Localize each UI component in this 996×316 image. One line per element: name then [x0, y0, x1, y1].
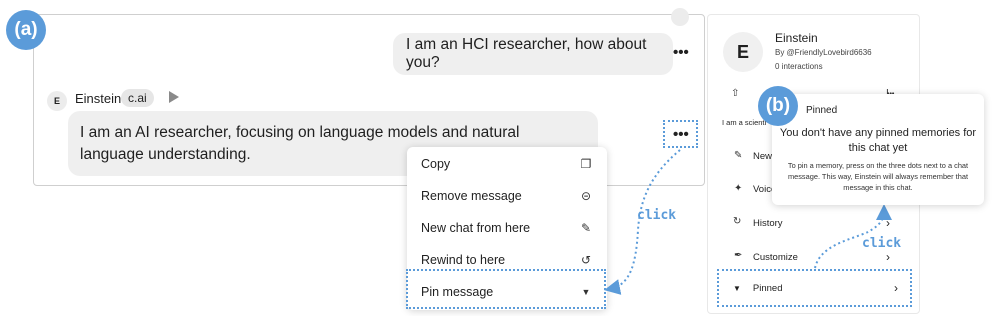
user-message-bubble: I am an HCI researcher, how about you? [393, 33, 673, 75]
character-author: By @FriendlyLovebird6636 [775, 48, 872, 57]
new-chat-icon: ✎ [734, 150, 743, 161]
menu-item-label: Remove message [421, 189, 522, 203]
bot-tag: c.ai [121, 89, 154, 107]
history-chevron-icon: › [886, 216, 890, 230]
scroll-indicator [671, 8, 689, 26]
rewind-icon: ↺ [580, 253, 592, 267]
minus-circle-icon: ⊝ [580, 189, 592, 203]
character-avatar: E [723, 32, 763, 72]
popup-description: To pin a memory, press on the three dots… [787, 161, 969, 192]
copy-icon: ❐ [580, 157, 592, 171]
bot-name: Einstein [75, 91, 122, 106]
panel-a-badge: (a) [6, 10, 46, 50]
popup-heading: You don't have any pinned memories for t… [779, 127, 977, 154]
customize-chevron-icon: › [886, 250, 890, 264]
bot-avatar[interactable]: E [47, 91, 67, 111]
user-message-more-icon[interactable]: ••• [673, 45, 689, 60]
bot-message-more-icon[interactable]: ••• [673, 127, 689, 142]
menu-item-label: New chat from here [421, 221, 531, 235]
menu-item-copy[interactable]: Copy ❐ [407, 148, 607, 180]
pinned-memories-popup: › Pinned You don't have any pinned memor… [772, 94, 984, 205]
sidebar-item-customize[interactable]: Customize [753, 252, 798, 263]
character-name: Einstein [775, 31, 818, 45]
menu-item-remove-message[interactable]: Remove message ⊝ [407, 180, 607, 212]
play-audio-icon[interactable] [169, 91, 179, 103]
share-icon[interactable]: ⇧ [731, 88, 739, 99]
character-interactions: 0 interactions [775, 62, 823, 71]
character-description: I am a scienti [722, 118, 767, 127]
menu-item-label: Rewind to here [421, 253, 506, 267]
menu-item-new-chat-from-here[interactable]: New chat from here ✎ [407, 212, 607, 244]
customize-icon: ✒ [734, 250, 743, 261]
panel-b-badge: (b) [758, 86, 798, 126]
sidebar-item-history[interactable]: History [753, 218, 783, 229]
history-icon: ↻ [733, 216, 742, 227]
pin-message-highlight [406, 269, 606, 309]
click-annotation-a: click [637, 208, 677, 223]
menu-item-label: Copy [421, 157, 451, 171]
popup-title: Pinned [806, 105, 838, 116]
voice-icon: ✦ [734, 183, 743, 194]
pinned-row-highlight [717, 269, 912, 307]
user-message-text: I am an HCI researcher, how about you? [406, 36, 647, 71]
click-annotation-b: click [862, 236, 902, 251]
edit-icon: ✎ [580, 221, 592, 235]
